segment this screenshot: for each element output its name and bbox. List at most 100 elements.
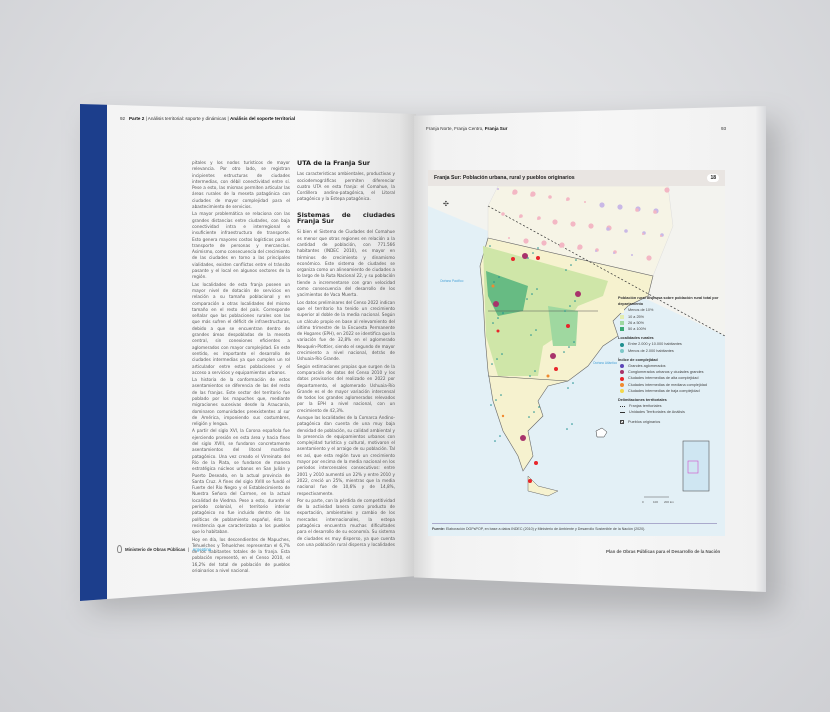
map-marker — [559, 244, 563, 248]
paragraph: Por su parte, con la pérdida de competit… — [297, 497, 395, 547]
map-marker — [533, 411, 535, 413]
map-marker — [541, 240, 547, 246]
map-marker — [617, 204, 623, 210]
paragraph: Hoy en día, los descendientes de Mapuche… — [192, 536, 290, 572]
map-marker — [536, 256, 540, 260]
map-marker — [569, 305, 571, 307]
source-text: Elaboración DGPsPOP, en base a datos IND… — [445, 527, 646, 531]
ocean-label-pacific: Océano Pacífico — [440, 279, 464, 283]
map-marker — [568, 346, 570, 348]
ocean-label-atlantic: Océano Atlántico — [593, 361, 618, 365]
paragraph: A partir del siglo XVI, la Corona españo… — [192, 428, 290, 535]
paragraph: Según estimaciones propias que surgen de… — [297, 363, 395, 413]
legend-item: Pueblos originarios — [618, 419, 723, 425]
map-marker — [489, 245, 491, 247]
map-marker — [574, 300, 576, 302]
paragraph: La mayor problemática se relaciona con l… — [192, 211, 290, 280]
map-number-badge: 18 — [707, 174, 719, 182]
map-marker — [584, 201, 586, 203]
map-marker — [528, 416, 530, 418]
map-marker — [519, 216, 521, 218]
map-marker — [532, 252, 534, 254]
page-number: 92 — [120, 116, 126, 121]
map-marker — [499, 435, 501, 437]
legend-swatch — [620, 388, 624, 393]
paragraph: Las características ambientales, product… — [297, 171, 395, 202]
map-marker — [526, 298, 528, 300]
paragraph: pitales y los nodos turísticos de mayor … — [192, 160, 290, 210]
map-marker — [535, 329, 537, 331]
map-marker — [497, 188, 499, 190]
heading-uta: UTA de la Franja Sur — [297, 160, 371, 167]
map-marker — [520, 435, 526, 441]
dotted-line-icon — [620, 405, 625, 407]
map-marker — [573, 341, 575, 343]
text-column-1: pitales y los nodos turísticos de mayor … — [192, 160, 290, 572]
map-marker — [523, 238, 529, 244]
map-marker — [646, 255, 652, 261]
section-label: Análisis territorial: soporte y dinámica… — [147, 116, 227, 121]
legend-label: Ciudades intermedias de baja complejidad — [628, 388, 700, 393]
page-number: 93 — [721, 126, 727, 131]
paragraph: Los datos preliminares del Censo 2022 in… — [297, 299, 395, 362]
heading-sistemas: Sistemas de ciudades Franja Sur — [297, 210, 395, 226]
map-marker — [493, 281, 495, 283]
north-arrow-icon: ✣ — [443, 200, 449, 208]
paragraph: Las localidades de esta franja poseen un… — [192, 281, 290, 375]
map-marker — [565, 269, 567, 271]
legend-swatch — [620, 376, 624, 381]
legend-swatch — [620, 364, 624, 369]
map-marker — [588, 223, 594, 229]
rural-26-50-area — [548, 306, 578, 346]
ministry-footer: Ministerio de Obras Públicas | Argentina — [117, 545, 211, 553]
running-head-bold: Franja Sur — [484, 126, 508, 131]
left-page: 92 Parte 2 | Análisis territorial: sopor… — [80, 104, 416, 601]
map-marker — [530, 334, 532, 336]
dashed-line-icon — [620, 412, 625, 414]
source-label: Fuente: — [432, 527, 445, 531]
map-marker — [493, 301, 499, 307]
map-marker — [529, 375, 531, 377]
map-marker — [635, 208, 639, 212]
map-marker — [527, 257, 529, 259]
part-label: Parte 2 — [128, 116, 145, 121]
legend-swatch — [620, 348, 624, 353]
map-marker — [570, 264, 572, 266]
map-marker — [537, 247, 539, 249]
map-marker — [501, 414, 505, 418]
map-source: Fuente: Elaboración DGPsPOP, en base a d… — [432, 523, 717, 531]
legend-label: Menos de 2.000 habitantes — [628, 348, 674, 353]
hatched-square-icon — [620, 419, 624, 424]
map-marker — [498, 276, 500, 278]
map-title: Franja Sur: Población urbana, rural y pu… — [434, 175, 575, 181]
running-head-left: 92 Parte 2 | Análisis territorial: sopor… — [120, 116, 296, 121]
map-marker — [546, 374, 550, 378]
map-marker — [660, 235, 662, 237]
map-marker — [496, 358, 498, 360]
map-marker — [664, 187, 670, 193]
map-marker — [528, 479, 532, 483]
map-marker — [491, 363, 493, 365]
right-page: Franja Norte, Franja Centro, Franja Sur … — [414, 106, 766, 592]
map-marker — [554, 367, 558, 371]
legend-item: Menos de 2.000 habitantes — [618, 348, 723, 354]
text-column-2: UTA de la Franja Sur Las características… — [297, 160, 395, 548]
map-marker — [613, 252, 615, 254]
map-marker — [501, 353, 503, 355]
map-marker — [538, 406, 540, 408]
map-marker — [552, 219, 558, 225]
map-marker — [548, 195, 552, 199]
legend-item: Ciudades intermedias de baja complejidad — [618, 388, 723, 394]
map-panel: Franja Sur: Población urbana, rural y pu… — [428, 170, 725, 536]
paragraph: Aunque las localidades de la Comarca And… — [297, 414, 395, 496]
coat-of-arms-icon — [117, 545, 122, 553]
legend-swatch — [620, 320, 624, 325]
map-marker — [501, 212, 505, 216]
map-marker — [653, 210, 657, 214]
map-marker — [624, 229, 628, 233]
inset-locator-map — [682, 440, 710, 492]
map-marker — [550, 353, 556, 359]
blue-spine-band — [80, 104, 107, 601]
legend-swatch — [620, 327, 624, 332]
chapter-label: Análisis del soporte territorial — [229, 116, 296, 121]
